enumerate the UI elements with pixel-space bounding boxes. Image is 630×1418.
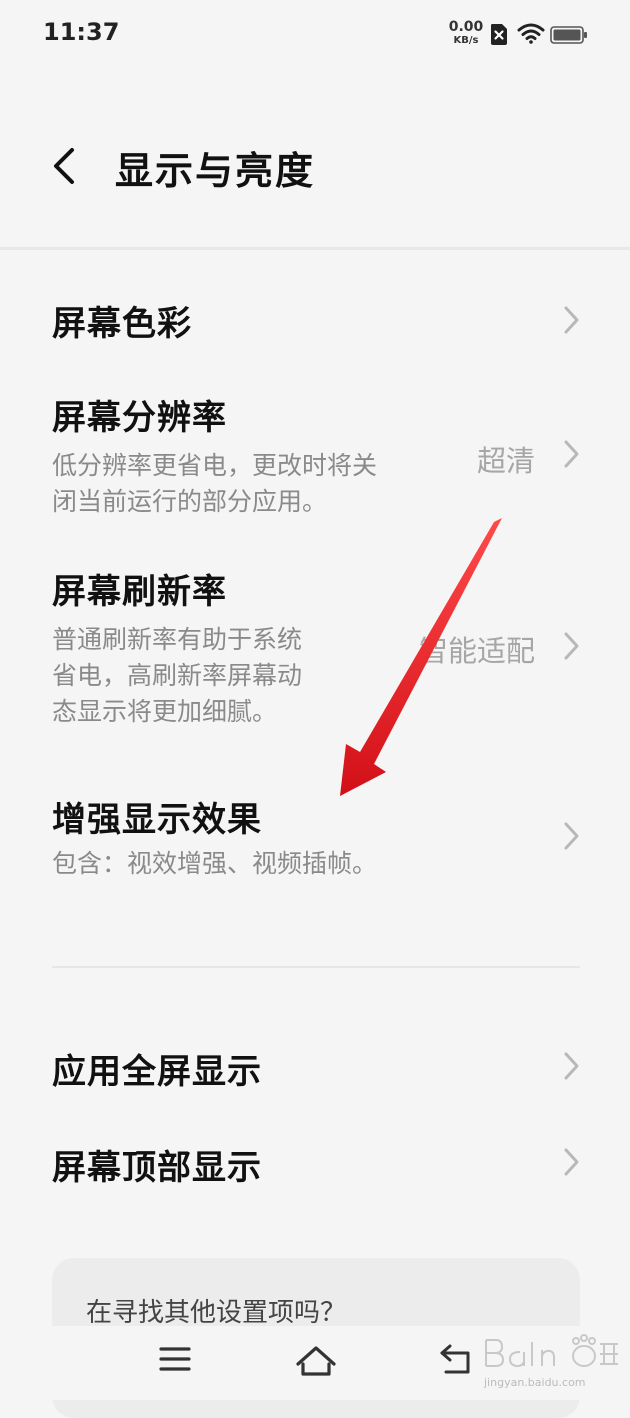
chevron-right-icon — [564, 1052, 579, 1080]
section-divider — [52, 966, 580, 968]
battery-icon — [550, 26, 587, 44]
description-line: 态显示将更加细腻。 — [52, 697, 278, 726]
setting-title: 应用全屏显示 — [52, 1052, 262, 1092]
setting-enhanced-display[interactable]: 增强显示效果 包含：视效增强、视频插帧。 — [0, 780, 630, 900]
chevron-right-icon — [564, 440, 579, 468]
setting-value: 智能适配 — [418, 634, 535, 668]
description-line: 包含：视效增强、视频插帧。 — [52, 849, 378, 878]
page-title: 显示与亮度 — [115, 149, 316, 193]
network-speed-value: 0.00 — [448, 19, 484, 35]
chevron-right-icon — [564, 1148, 579, 1176]
setting-title: 屏幕顶部显示 — [52, 1148, 262, 1188]
chevron-right-icon — [564, 632, 579, 660]
chevron-left-icon[interactable] — [48, 146, 82, 186]
network-speed-unit: KB/s — [453, 35, 479, 46]
setting-title: 屏幕分辨率 — [52, 398, 227, 438]
watermark-url: jingyan.baidu.com — [484, 1376, 586, 1389]
home-icon[interactable] — [294, 1342, 338, 1378]
header-divider — [0, 247, 630, 250]
page-header: 显示与亮度 — [0, 110, 630, 220]
sim-error-icon — [491, 24, 507, 45]
description-line: 普通刷新率有助于系统 — [52, 625, 303, 654]
status-time: 11:37 — [43, 18, 120, 46]
setting-refresh-rate[interactable]: 屏幕刷新率 普通刷新率有助于系统 省电，高刷新率屏幕动 态显示将更加细腻。 智能… — [0, 550, 630, 740]
description-line: 闭当前运行的部分应用。 — [52, 487, 328, 516]
description-line: 低分辨率更省电，更改时将关 — [52, 451, 378, 480]
setting-description: 低分辨率更省电，更改时将关 闭当前运行的部分应用。 — [52, 448, 377, 520]
setting-screen-color[interactable]: 屏幕色彩 — [0, 282, 630, 358]
setting-value: 超清 — [476, 444, 535, 478]
network-speed: 0.00 KB/s — [447, 20, 485, 46]
setting-description: 普通刷新率有助于系统 省电，高刷新率屏幕动 态显示将更加细腻。 — [52, 622, 302, 730]
chevron-right-icon — [564, 822, 579, 850]
wifi-icon — [517, 23, 545, 44]
search-card-label: 在寻找其他设置项吗？ — [86, 1298, 347, 1328]
setting-title: 屏幕刷新率 — [52, 572, 227, 612]
setting-screen-resolution[interactable]: 屏幕分辨率 低分辨率更省电，更改时将关 闭当前运行的部分应用。 超清 — [0, 380, 630, 530]
setting-title: 屏幕色彩 — [52, 304, 192, 344]
description-line: 省电，高刷新率屏幕动 — [52, 661, 303, 690]
setting-app-fullscreen[interactable]: 应用全屏显示 — [0, 1030, 630, 1106]
setting-screen-top-display[interactable]: 屏幕顶部显示 — [0, 1126, 630, 1202]
back-icon[interactable] — [438, 1342, 474, 1376]
menu-icon[interactable] — [158, 1342, 192, 1376]
status-bar: 11:37 0.00 KB/s — [0, 0, 630, 70]
setting-title: 增强显示效果 — [52, 800, 262, 840]
setting-description: 包含：视效增强、视频插帧。 — [52, 846, 377, 882]
chevron-right-icon — [564, 306, 579, 334]
